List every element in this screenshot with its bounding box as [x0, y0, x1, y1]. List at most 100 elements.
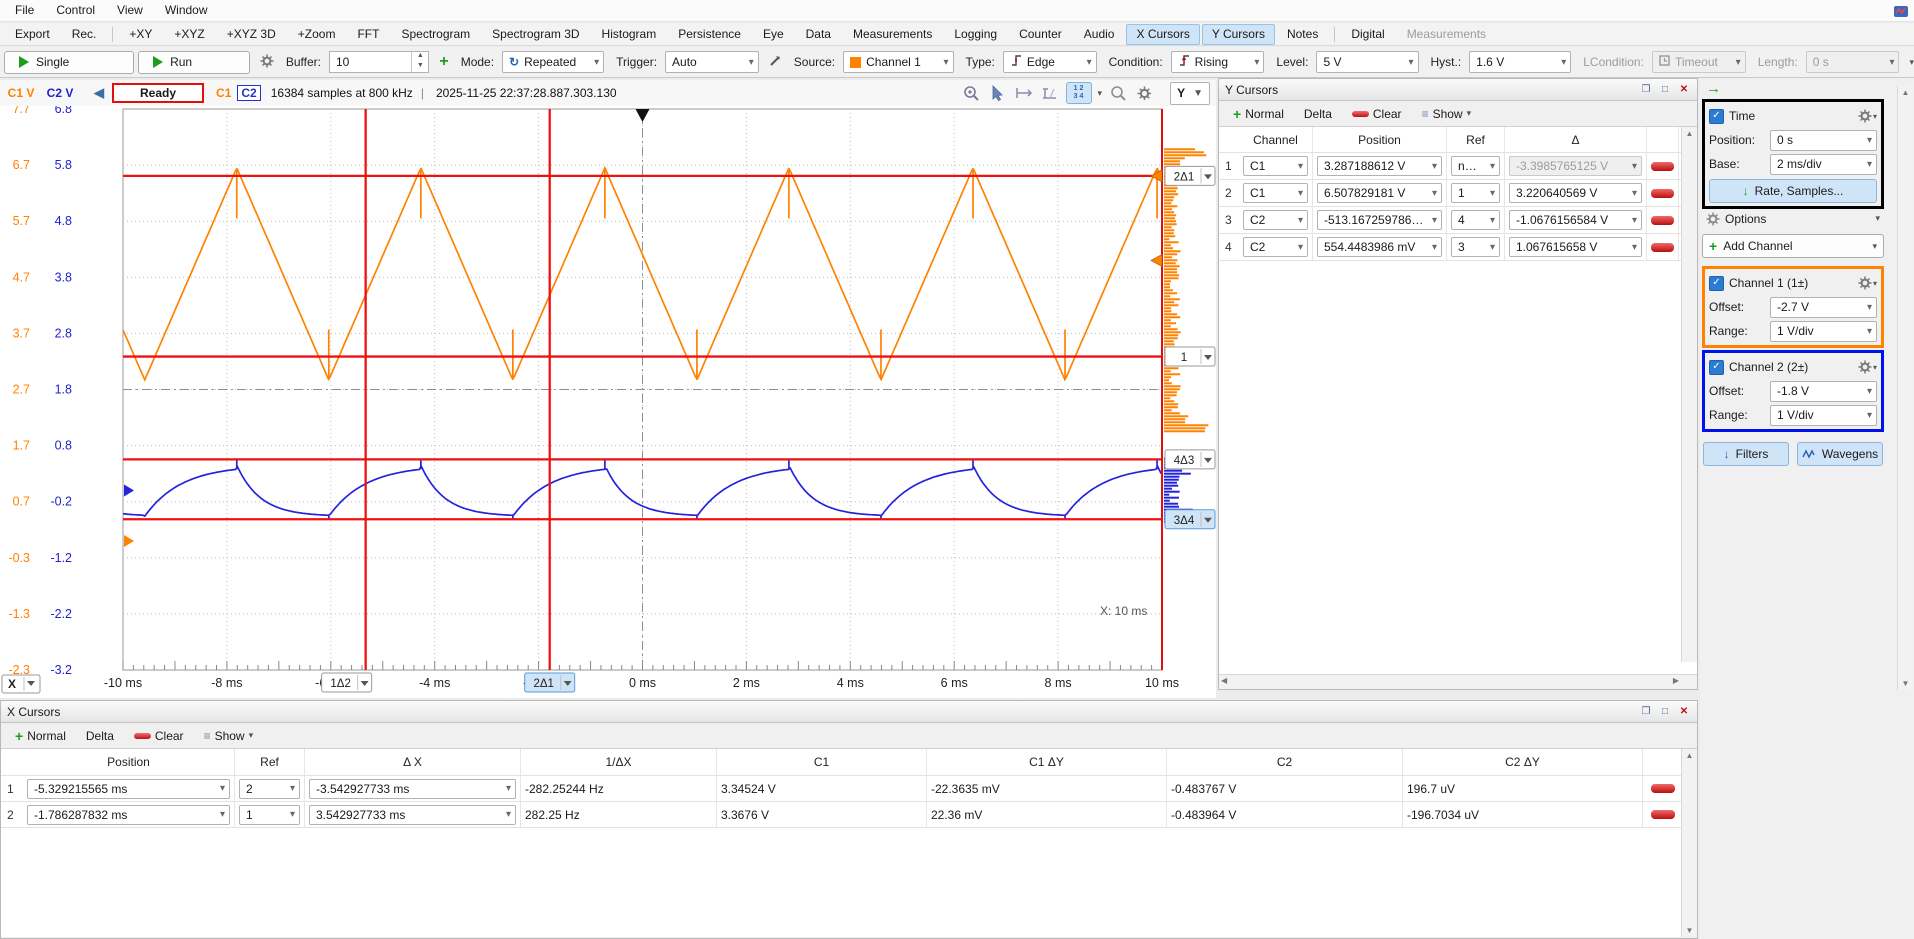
close-icon[interactable]: ✕ [1677, 84, 1691, 96]
show-menu-button[interactable]: ≡Show▾ [1414, 105, 1480, 123]
menu-item-control[interactable]: Control [45, 0, 106, 21]
remove-cursor-button[interactable] [1651, 810, 1675, 819]
remove-cursor-button[interactable] [1651, 243, 1674, 252]
menu-item-fft[interactable]: FFT [347, 24, 389, 45]
source-select[interactable]: Channel 1▾ [843, 51, 953, 73]
channel-layout-icon[interactable]: 1 23 4 [1066, 82, 1092, 104]
x-axis-menu-button[interactable]: X [2, 675, 40, 693]
cursor-delta-select[interactable]: -3.3985765125 V▾ [1509, 156, 1642, 176]
scroll-down-icon[interactable]: ▼ [1682, 926, 1697, 935]
options-menu[interactable]: Options ▾ [1702, 206, 1884, 231]
clear-cursors-button[interactable]: Clear [1344, 105, 1410, 123]
cursor-position-select[interactable]: 554.4483986 mV▾ [1317, 237, 1442, 257]
filters-button[interactable]: ↓Filters [1703, 442, 1789, 466]
length-select[interactable]: 0 s▾ [1806, 51, 1900, 73]
channel1-range-select[interactable]: 1 V/div▾ [1770, 321, 1877, 342]
spin-up-icon[interactable]: ▲ [412, 52, 428, 62]
add-channel-button[interactable]: + Add Channel ▾ [1702, 234, 1884, 258]
time-base-select[interactable]: 2 ms/div▾ [1770, 154, 1877, 175]
channel1-offset-select[interactable]: -2.7 V▾ [1770, 297, 1877, 318]
run-button[interactable]: Run [138, 51, 250, 74]
channel1-gear-icon[interactable]: ▾ [1858, 276, 1877, 290]
menu-item-xyz-3d[interactable]: +XYZ 3D [217, 24, 286, 45]
menu-item-audio[interactable]: Audio [1074, 24, 1125, 45]
level-select[interactable]: 5 V▾ [1316, 51, 1418, 73]
scroll-right-icon[interactable]: ▶ [1673, 676, 1679, 685]
spin-down-icon[interactable]: ▼ [412, 62, 428, 72]
menu-item-window[interactable]: Window [154, 0, 219, 21]
cursor-position-select[interactable]: -513.167259786 m▾ [1317, 210, 1442, 230]
scroll-up-icon[interactable]: ▲ [1682, 129, 1697, 138]
cursor-position-select[interactable]: -1.786287832 ms▾ [27, 805, 230, 825]
menu-item-view[interactable]: View [106, 0, 154, 21]
cursor-arrow-icon[interactable] [988, 84, 1008, 102]
layout-dropdown-icon[interactable]: ▾ [1098, 88, 1103, 99]
menu-item-digital[interactable]: Digital [1341, 24, 1394, 45]
remove-cursor-button[interactable] [1651, 162, 1674, 171]
plot-settings-gear-icon[interactable] [1134, 84, 1154, 102]
cursor-position-select[interactable]: -5.329215565 ms▾ [27, 779, 230, 799]
c1-badge[interactable]: C1 [216, 86, 231, 100]
y-cursor4-tag[interactable]: 3Δ4 [1165, 510, 1215, 529]
channel2-enabled-checkbox[interactable]: ✓ [1709, 360, 1724, 375]
zoom-in-icon[interactable] [962, 84, 982, 102]
menu-item-histogram[interactable]: Histogram [592, 24, 667, 45]
y-cursor3-tag[interactable]: 4Δ3 [1165, 450, 1215, 469]
channel2-offset-select[interactable]: -1.8 V▾ [1770, 381, 1877, 402]
menu-item-persistence[interactable]: Persistence [668, 24, 751, 45]
horizontal-measure-icon[interactable] [1014, 84, 1034, 102]
menu-item-data[interactable]: Data [796, 24, 841, 45]
remove-cursor-button[interactable] [1651, 784, 1675, 793]
restore-icon[interactable]: ❐ [1639, 84, 1653, 96]
menu-item-x-cursors[interactable]: X Cursors [1126, 24, 1199, 45]
magnifier-icon[interactable] [1108, 84, 1128, 102]
restore-icon[interactable]: ❐ [1639, 706, 1653, 718]
toolbar-overflow-icon[interactable]: ▾ [1909, 57, 1914, 68]
mode-select[interactable]: ↻Repeated▾ [502, 51, 604, 73]
cursor-position-select[interactable]: 6.507829181 V▾ [1317, 183, 1442, 203]
trigger-select[interactable]: Auto▾ [665, 51, 759, 73]
menu-item-export[interactable]: Export [5, 24, 60, 45]
menu-item-measurements[interactable]: Measurements [843, 24, 942, 45]
menu-item-counter[interactable]: Counter [1009, 24, 1072, 45]
y-cursors-titlebar[interactable]: Y Cursors ❐ □ ✕ [1219, 79, 1697, 101]
rate-samples-button[interactable]: ↓Rate, Samples... [1709, 179, 1877, 203]
show-menu-button[interactable]: ≡Show▾ [196, 727, 262, 745]
channel1-enabled-checkbox[interactable]: ✓ [1709, 276, 1724, 291]
menu-item-spectrogram[interactable]: Spectrogram [391, 24, 480, 45]
menu-item-eye[interactable]: Eye [753, 24, 794, 45]
buffer-gear-icon[interactable] [260, 54, 274, 71]
menu-item-xyz[interactable]: +XYZ [164, 24, 214, 45]
channel2-range-select[interactable]: 1 V/div▾ [1770, 405, 1877, 426]
cursor-ref-select[interactable]: none▾ [1451, 156, 1500, 176]
scroll-left-icon[interactable]: ◀ [1221, 676, 1227, 685]
lcondition-select[interactable]: Timeout▾ [1652, 51, 1746, 73]
maximize-icon[interactable]: □ [1658, 84, 1672, 96]
x-table-scrollbar[interactable]: ▲▼ [1681, 749, 1697, 937]
add-delta-cursor-button[interactable]: Delta [78, 727, 122, 745]
scroll-up-icon[interactable]: ▲ [1682, 751, 1697, 760]
menu-item-logging[interactable]: Logging [944, 24, 1007, 45]
menu-item-rec[interactable]: Rec. [62, 24, 107, 45]
cursor-ref-select[interactable]: 2▾ [239, 779, 300, 799]
collapse-left-icon[interactable]: ◀ [94, 85, 104, 101]
y-cursor2-tag[interactable]: 1 [1165, 347, 1215, 366]
remove-cursor-button[interactable] [1651, 189, 1674, 198]
cursor-position-select[interactable]: 3.287188612 V▾ [1317, 156, 1442, 176]
time-position-select[interactable]: 0 s▾ [1770, 130, 1877, 151]
cursor-ref-select[interactable]: 1▾ [1451, 183, 1500, 203]
cursor-deltax-select[interactable]: -3.542927733 ms▾ [309, 779, 516, 799]
y-table-scrollbar[interactable]: ▲ [1681, 127, 1697, 662]
y-axis-menu-button[interactable]: Y▼ [1170, 82, 1210, 105]
add-mode-icon[interactable]: + [439, 53, 448, 71]
c2-badge[interactable]: C2 [237, 85, 260, 101]
cursor-ref-select[interactable]: 3▾ [1451, 237, 1500, 257]
channel2-gear-icon[interactable]: ▾ [1858, 360, 1877, 374]
spin-arrows[interactable]: ▲▼ [411, 52, 428, 72]
menu-item-measurements[interactable]: Measurements [1397, 24, 1496, 45]
buffer-spinbox[interactable]: 10▲▼ [329, 51, 429, 73]
menu-item-y-cursors[interactable]: Y Cursors [1202, 24, 1275, 45]
cursor-channel-select[interactable]: C2▾ [1243, 237, 1308, 257]
cursor-channel-select[interactable]: C1▾ [1243, 183, 1308, 203]
add-normal-cursor-button[interactable]: +Normal [7, 726, 74, 746]
